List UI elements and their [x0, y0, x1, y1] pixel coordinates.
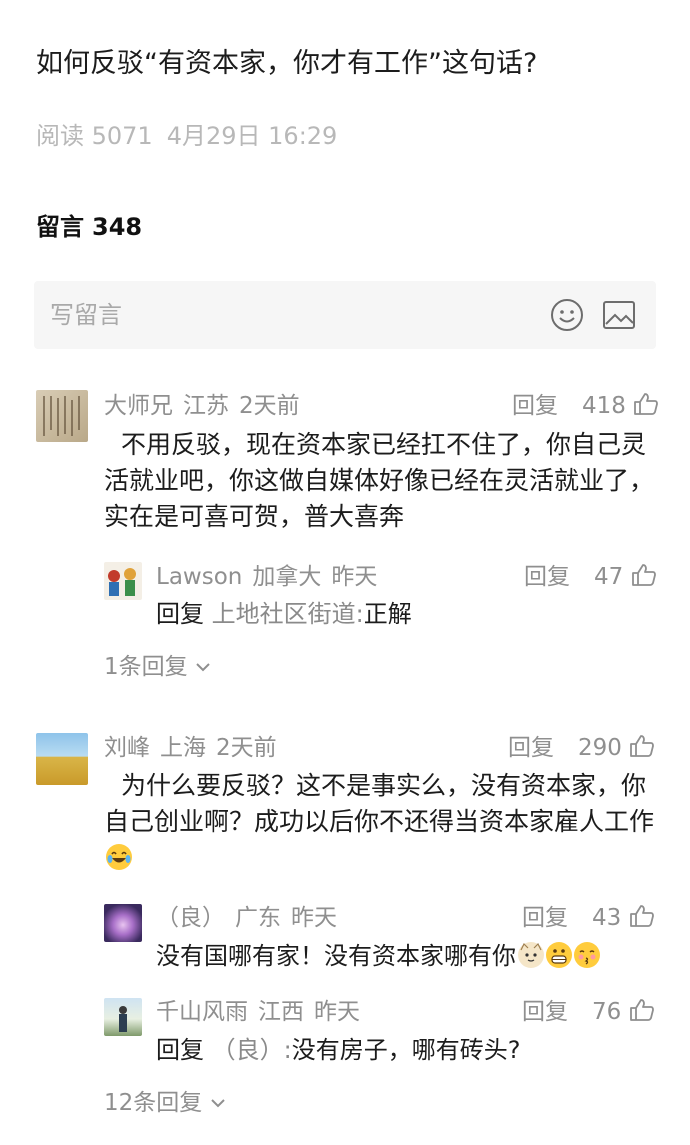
- reply-location: 广东: [235, 905, 281, 931]
- reply-author[interactable]: 千山风雨: [156, 999, 248, 1025]
- more-replies-label: 1条回复: [104, 654, 188, 680]
- reply-content: 没有国哪有家！没有资本家哪有你: [156, 942, 516, 970]
- comments-label: 留言: [36, 213, 84, 241]
- like-count: 43: [592, 905, 622, 931]
- avatar[interactable]: [36, 733, 88, 785]
- reply-author[interactable]: Lawson: [156, 564, 242, 590]
- avatar[interactable]: [104, 562, 142, 600]
- reply-time: 昨天: [314, 999, 360, 1025]
- comment-time: 2天前: [239, 393, 300, 419]
- reply-time: 昨天: [331, 564, 378, 590]
- reply-time: 昨天: [291, 905, 337, 931]
- comment-content: 为什么要反驳？这不是事实么，没有资本家，你自己创业啊？成功以后你不还得当资本家雇…: [104, 771, 655, 836]
- like-button[interactable]: 43: [592, 902, 655, 934]
- thumbs-up-icon: [629, 905, 654, 927]
- reply-text-line: 没有国哪有家！没有资本家哪有你: [156, 938, 600, 974]
- thumbs-up-icon: [634, 393, 659, 415]
- reply-prefix: 回复: [156, 600, 204, 628]
- more-replies-link[interactable]: 12条回复: [104, 1086, 226, 1120]
- laughing-tears-emoji: [106, 844, 132, 870]
- reply-text-line: 回复 上地社区街道:正解: [156, 596, 412, 632]
- comment-author-line: 刘峰 上海 2天前: [104, 732, 287, 764]
- like-count: 47: [594, 564, 624, 590]
- read-count: 阅读 5071: [36, 122, 153, 150]
- comment-author[interactable]: 刘峰: [104, 735, 150, 761]
- like-count: 418: [582, 393, 626, 419]
- reply-target[interactable]: （良）:: [212, 1036, 292, 1064]
- comment-author-line: 大师兄 江苏 2天前: [104, 390, 310, 422]
- reply-text-line: 回复 （良）:没有房子，哪有砖头?: [156, 1032, 520, 1068]
- like-count: 76: [592, 999, 622, 1025]
- like-button[interactable]: 76: [592, 996, 655, 1028]
- comment-input-placeholder[interactable]: 写留言: [50, 297, 122, 333]
- reply-location: 江西: [258, 999, 304, 1025]
- reply-author-line: 千山风雨 江西 昨天: [156, 996, 370, 1028]
- reply-location: 加拿大: [252, 564, 322, 590]
- avatar[interactable]: [104, 998, 142, 1036]
- comments-count: 348: [92, 213, 143, 241]
- reply-button[interactable]: 回复: [508, 732, 554, 764]
- chevron-down-icon: [196, 663, 210, 672]
- image-icon[interactable]: [602, 300, 636, 330]
- reply-content: 正解: [363, 600, 412, 628]
- comment-author[interactable]: 大师兄: [104, 393, 173, 419]
- reply-content: 没有房子，哪有砖头?: [291, 1036, 521, 1064]
- avatar[interactable]: [36, 390, 88, 442]
- chevron-down-icon: [210, 1099, 225, 1108]
- like-button[interactable]: 290: [578, 732, 655, 764]
- article-meta: 阅读 5071 4月29日 16:29: [36, 118, 351, 154]
- like-button[interactable]: 47: [594, 561, 657, 593]
- kissing-emoji: [574, 942, 600, 968]
- reply-author-line: Lawson 加拿大 昨天: [156, 561, 387, 593]
- reply-button[interactable]: 回复: [524, 561, 570, 593]
- comment-text: 为什么要反驳？这不是事实么，没有资本家，你自己创业啊？成功以后你不还得当资本家雇…: [104, 768, 664, 876]
- cat-face-emoji: [518, 942, 544, 968]
- comments-count-header: 留言 348: [36, 208, 142, 246]
- article-title: 如何反驳“有资本家，你才有工作”这句话?: [36, 48, 538, 79]
- more-replies-label: 12条回复: [104, 1090, 203, 1116]
- comment-location: 上海: [160, 735, 206, 761]
- comment-location: 江苏: [183, 393, 229, 419]
- publish-date: 4月29日 16:29: [166, 122, 338, 150]
- smiley-icon[interactable]: [550, 298, 584, 332]
- avatar-calligraphy-image: [43, 396, 80, 436]
- reply-button[interactable]: 回复: [512, 390, 558, 422]
- avatar-figures-image: [108, 568, 136, 596]
- more-replies-link[interactable]: 1条回复: [104, 650, 211, 684]
- grinning-emoji: [546, 942, 572, 968]
- thumbs-up-icon: [629, 999, 654, 1021]
- reply-button[interactable]: 回复: [522, 902, 568, 934]
- like-button[interactable]: 418: [582, 390, 659, 422]
- thumbs-up-icon: [631, 564, 656, 586]
- reply-prefix: 回复: [156, 1036, 204, 1064]
- avatar[interactable]: [104, 904, 142, 942]
- comment-text: 不用反驳，现在资本家已经扛不住了，你自己灵活就业吧，你这做自媒体好像已经在灵活就…: [104, 430, 655, 531]
- thumbs-up-icon: [630, 735, 655, 757]
- like-count: 290: [578, 735, 622, 761]
- avatar-person-image: [119, 1006, 127, 1032]
- reply-button[interactable]: 回复: [522, 996, 568, 1028]
- reply-target[interactable]: 上地社区街道:: [212, 600, 364, 628]
- reply-author-line: （良） 广东 昨天: [156, 902, 347, 934]
- reply-author[interactable]: （良）: [156, 905, 225, 931]
- comment-time: 2天前: [216, 735, 277, 761]
